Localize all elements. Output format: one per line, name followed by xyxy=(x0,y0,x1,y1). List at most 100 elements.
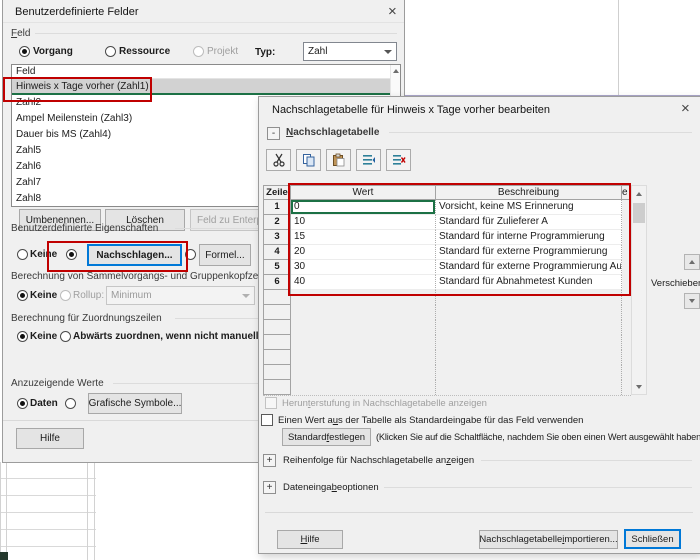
background-selected-cell xyxy=(0,552,8,560)
radio-ressource[interactable] xyxy=(105,46,116,57)
table-bottom-border xyxy=(263,394,631,396)
wert-cell[interactable]: 30 xyxy=(291,260,436,275)
lookup-table-header-row: Zeile Wert Beschreibung e xyxy=(263,185,631,200)
row-number-cell[interactable] xyxy=(263,320,291,335)
entry-section-label: Dateneingabeoptionen xyxy=(283,482,379,493)
row-number-cell[interactable]: 3 xyxy=(263,230,291,245)
wert-cell[interactable] xyxy=(291,290,436,305)
row-number-cell[interactable] xyxy=(263,290,291,305)
row-number-cell[interactable] xyxy=(263,350,291,365)
demote-checkbox xyxy=(265,397,277,409)
move-up-button[interactable] xyxy=(684,254,700,270)
cut-button[interactable] xyxy=(266,149,291,171)
close-button[interactable]: Schließen xyxy=(624,529,681,549)
scroll-down-icon[interactable] xyxy=(632,379,646,394)
radio-formula[interactable] xyxy=(185,249,196,260)
paste-button[interactable] xyxy=(326,149,351,171)
beschreibung-cell[interactable] xyxy=(436,335,622,350)
row-number-cell[interactable]: 1 xyxy=(263,200,291,215)
wert-cell[interactable]: 10 xyxy=(291,215,436,230)
beschreibung-cell[interactable] xyxy=(436,290,622,305)
beschreibung-cell[interactable] xyxy=(436,365,622,380)
radio-ressource-label[interactable]: Ressource xyxy=(119,46,170,57)
help-button[interactable]: Hilfe xyxy=(16,428,84,449)
default-value-checkbox[interactable] xyxy=(261,414,273,426)
radio-vorgang[interactable] xyxy=(19,46,30,57)
copy-button[interactable] xyxy=(296,149,321,171)
wert-cell[interactable]: 40 xyxy=(291,275,436,290)
formula-button[interactable]: Formel... xyxy=(199,244,251,266)
table-scrollbar[interactable] xyxy=(631,185,647,395)
assignment-group-label: Berechnung für Zuordnungszeilen xyxy=(11,313,162,324)
row-number-cell[interactable]: 5 xyxy=(263,260,291,275)
row-number-cell[interactable] xyxy=(263,335,291,350)
beschreibung-cell[interactable] xyxy=(436,320,622,335)
beschreibung-cell[interactable]: Standard für Zulieferer A xyxy=(436,215,622,230)
wert-cell[interactable] xyxy=(291,320,436,335)
wert-cell[interactable]: 20 xyxy=(291,245,436,260)
type-label: Typ: xyxy=(255,47,275,58)
group-line xyxy=(389,132,692,133)
wert-cell[interactable]: 15 xyxy=(291,230,436,245)
row-number-cell[interactable] xyxy=(263,305,291,320)
insert-row-button[interactable] xyxy=(356,149,381,171)
close-icon[interactable]: × xyxy=(388,5,397,19)
wert-cell[interactable] xyxy=(291,350,436,365)
field-list-item[interactable]: Hinweis x Tage vorher (Zahl1) xyxy=(12,79,400,95)
radio-vorgang-label[interactable]: Vorgang xyxy=(33,46,73,57)
graphical-indicators-button[interactable]: Grafische Symbole... xyxy=(88,393,182,414)
row-number-cell[interactable] xyxy=(263,380,291,395)
scroll-up-icon[interactable] xyxy=(393,69,399,73)
radio-summary-none-label[interactable]: Keine xyxy=(30,290,57,301)
radio-rolldown[interactable] xyxy=(60,331,71,342)
lookup-button[interactable]: Nachschlagen... xyxy=(87,244,182,266)
wert-cell[interactable]: 0 xyxy=(291,200,436,215)
radio-assignment-none[interactable] xyxy=(17,331,28,342)
row-number-cell[interactable] xyxy=(263,365,291,380)
wert-cell[interactable] xyxy=(291,335,436,350)
background-grid-border xyxy=(6,462,7,560)
radio-properties-none[interactable] xyxy=(17,249,28,260)
set-default-button[interactable]: Standard festlegen xyxy=(282,428,371,446)
background-grid-border xyxy=(94,462,95,560)
beschreibung-cell[interactable]: Standard für interne Programmierung xyxy=(436,230,622,245)
delete-row-button[interactable] xyxy=(386,149,411,171)
beschreibung-cell[interactable] xyxy=(436,305,622,320)
row-number-cell[interactable]: 6 xyxy=(263,275,291,290)
beschreibung-cell[interactable] xyxy=(436,380,622,395)
radio-data[interactable] xyxy=(17,398,28,409)
wert-cell[interactable] xyxy=(291,305,436,320)
close-icon[interactable]: × xyxy=(681,102,690,116)
column-header-wert: Wert xyxy=(291,185,436,200)
lookup-table-row: 10Vorsicht, keine MS Erinnerung xyxy=(263,200,622,215)
scroll-up-icon[interactable] xyxy=(632,186,646,201)
expand-entry-button[interactable]: + xyxy=(263,481,276,494)
row-number-cell[interactable]: 2 xyxy=(263,215,291,230)
collapse-button[interactable]: - xyxy=(267,127,280,140)
radio-graphical[interactable] xyxy=(65,398,76,409)
beschreibung-cell[interactable]: Standard für externe Programmierung Ausl… xyxy=(436,260,622,275)
row-number-cell[interactable]: 4 xyxy=(263,245,291,260)
radio-summary-none[interactable] xyxy=(17,290,28,301)
expand-order-button[interactable]: + xyxy=(263,454,276,467)
radio-properties-none-label[interactable]: Keine xyxy=(30,249,57,260)
import-lookup-table-button[interactable]: Nachschlagetabelle importieren... xyxy=(479,530,618,549)
move-down-button[interactable] xyxy=(684,293,700,309)
background-table-grid xyxy=(0,462,96,560)
radio-lookup[interactable] xyxy=(66,249,77,260)
radio-data-label[interactable]: Daten xyxy=(30,398,58,409)
type-combobox[interactable]: Zahl xyxy=(303,42,397,61)
wert-cell[interactable] xyxy=(291,365,436,380)
radio-assignment-none-label[interactable]: Keine xyxy=(30,331,57,342)
demote-checkbox-label: Herunterstufung in Nachschlagetabelle an… xyxy=(282,398,487,409)
beschreibung-cell[interactable]: Vorsicht, keine MS Erinnerung xyxy=(436,200,622,215)
beschreibung-cell[interactable]: Standard für externe Programmierung xyxy=(436,245,622,260)
beschreibung-cell[interactable]: Standard für Abnahmetest Kunden xyxy=(436,275,622,290)
background-gridline-vertical xyxy=(618,0,619,96)
help-button[interactable]: Hilfe xyxy=(277,530,343,549)
scrollbar-thumb[interactable] xyxy=(633,203,645,223)
group-line xyxy=(35,33,397,34)
beschreibung-cell[interactable] xyxy=(436,350,622,365)
wert-cell[interactable] xyxy=(291,380,436,395)
default-value-checkbox-label[interactable]: Einen Wert aus der Tabelle als Standarde… xyxy=(278,415,583,426)
